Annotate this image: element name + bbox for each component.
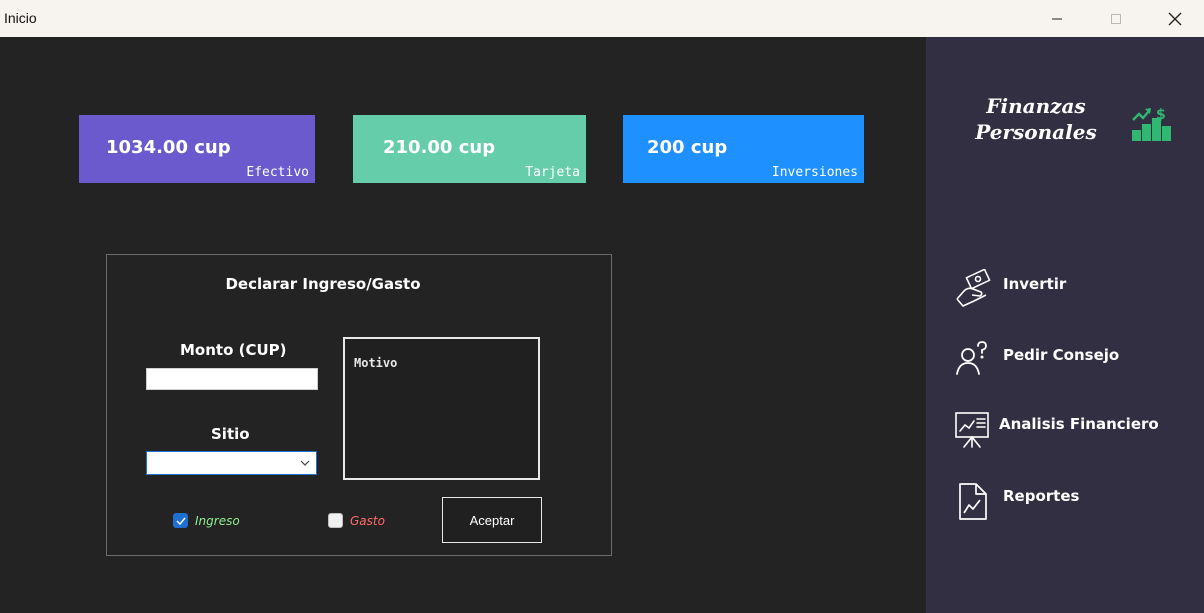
money-hand-icon [956, 269, 991, 307]
close-button[interactable] [1146, 0, 1204, 37]
panel-title: Declarar Ingreso/Gasto [225, 275, 421, 293]
balance-amount: 210.00 cup [383, 137, 496, 158]
balance-label: Efectivo [246, 165, 309, 180]
balance-card-inversiones: 200 cup Inversiones [623, 115, 864, 183]
ingreso-checkbox-box[interactable] [173, 513, 188, 528]
sitio-label: Sitio [211, 425, 250, 443]
balance-label: Tarjeta [525, 165, 580, 180]
sidebar-item-reportes[interactable]: Reportes [926, 477, 1204, 521]
sidebar-item-pedir-consejo[interactable]: Pedir Consejo [926, 336, 1204, 380]
gasto-checkbox-box[interactable] [328, 513, 343, 528]
sidebar-item-label: Reportes [1003, 487, 1080, 505]
aceptar-button[interactable]: Aceptar [442, 497, 542, 543]
maximize-icon [1111, 13, 1121, 24]
person-question-icon [956, 341, 987, 375]
balance-amount: 1034.00 cup [106, 137, 231, 158]
balance-card-efectivo: 1034.00 cup Efectivo [79, 115, 315, 183]
sidebar-item-label: Invertir [1003, 275, 1067, 293]
balance-label: Inversiones [771, 165, 858, 180]
gasto-checkbox[interactable]: Gasto [328, 513, 385, 528]
minimize-button[interactable] [1028, 0, 1086, 37]
declare-income-expense-panel: Declarar Ingreso/Gasto Monto (CUP) Sitio… [106, 254, 612, 556]
ingreso-checkbox[interactable]: Ingreso [173, 513, 240, 528]
window-title-bar: Inicio [0, 0, 1204, 37]
sidebar-item-invertir[interactable]: Invertir [926, 265, 1204, 309]
maximize-button[interactable] [1087, 0, 1145, 37]
close-icon [1168, 12, 1182, 25]
minimize-icon [1052, 18, 1062, 19]
monto-label: Monto (CUP) [180, 341, 287, 359]
motivo-textarea[interactable]: Motivo [343, 337, 540, 480]
balance-card-tarjeta: 210.00 cup Tarjeta [353, 115, 586, 183]
svg-text:$: $ [1156, 107, 1166, 123]
checkmark-icon [176, 517, 186, 525]
report-document-icon [959, 483, 987, 520]
ingreso-label: Ingreso [195, 513, 240, 528]
chevron-down-icon [300, 460, 310, 466]
sidebar-item-label: Analisis Financiero [999, 415, 1159, 433]
sitio-select[interactable] [146, 451, 317, 475]
monto-input[interactable] [146, 368, 318, 390]
app-brand-title: Finanzas Personales [975, 94, 1097, 144]
gasto-label: Gasto [350, 513, 385, 528]
presentation-board-icon [955, 412, 989, 448]
sidebar-item-analisis-financiero[interactable]: Analisis Financiero [926, 405, 1204, 449]
window-title: Inicio [4, 10, 37, 26]
growth-chart-icon: $ [1132, 107, 1171, 141]
motivo-placeholder: Motivo [354, 356, 398, 370]
balance-amount: 200 cup [647, 137, 728, 158]
sidebar: Finanzas Personales $ Invertir Pedir Con… [926, 37, 1204, 613]
main-area: 1034.00 cup Efectivo 210.00 cup Tarjeta … [0, 37, 926, 613]
sidebar-item-label: Pedir Consejo [1003, 346, 1120, 364]
